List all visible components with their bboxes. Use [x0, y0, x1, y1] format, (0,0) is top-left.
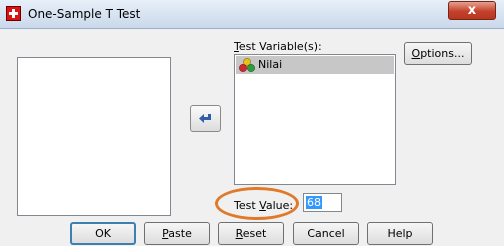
close-button[interactable]: x: [448, 1, 496, 20]
variable-label: Nilai: [258, 58, 283, 71]
ok-button[interactable]: OK: [70, 222, 136, 245]
test-variables-label: Test Variable(s):: [234, 40, 322, 53]
cancel-button[interactable]: Cancel: [293, 222, 359, 245]
test-value-text: 68: [306, 196, 322, 209]
help-button[interactable]: Help: [367, 222, 433, 245]
move-variable-button[interactable]: [190, 105, 221, 132]
paste-button[interactable]: Paste: [144, 222, 210, 245]
test-value-input[interactable]: 68: [303, 193, 342, 212]
list-item[interactable]: Nilai: [236, 56, 394, 74]
arrow-left-icon: [199, 114, 211, 123]
test-variables-list[interactable]: Nilai: [234, 54, 396, 185]
scale-variable-icon: [239, 58, 255, 72]
reset-button[interactable]: Reset: [218, 222, 284, 245]
options-button[interactable]: Options...: [404, 42, 472, 65]
title-bar: One-Sample T Test x: [0, 0, 504, 29]
spss-app-icon: [6, 6, 21, 21]
window-title: One-Sample T Test: [28, 7, 141, 21]
test-value-label: Test Value:: [234, 199, 294, 212]
source-variable-list[interactable]: [17, 57, 171, 216]
